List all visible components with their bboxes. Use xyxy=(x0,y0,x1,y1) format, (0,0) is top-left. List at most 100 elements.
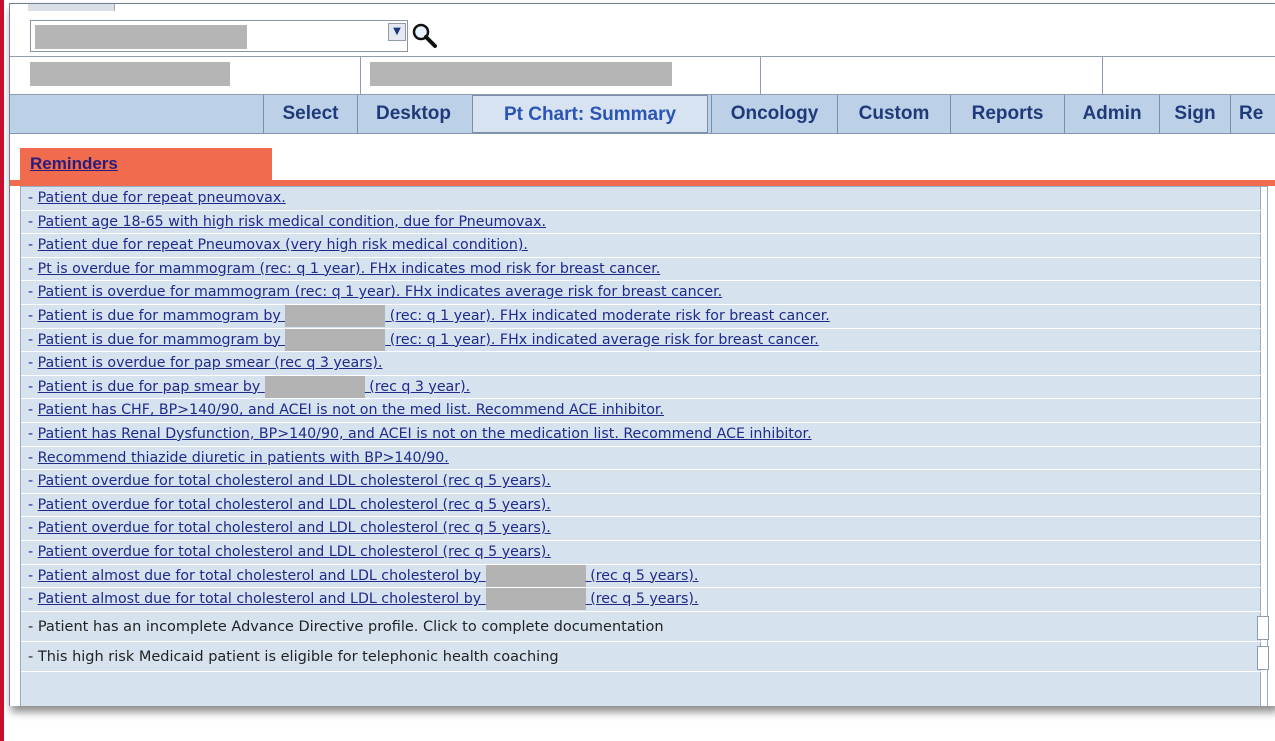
action-box[interactable] xyxy=(1257,645,1269,670)
reminder-link[interactable]: Patient overdue for total cholesterol an… xyxy=(38,497,551,513)
patient-demographics-row xyxy=(10,56,1275,95)
reminder-text-end: (rec q 5 years). xyxy=(590,591,699,608)
nav-re[interactable]: Re xyxy=(1230,95,1275,133)
bullet-dash: - xyxy=(28,284,38,301)
reminder-link[interactable]: Recommend thiazide diuretic in patients … xyxy=(38,450,449,466)
main-nav: Select Desktop Pt Chart: Summary Oncolog… xyxy=(10,95,1275,134)
reminder-item[interactable]: - Patient is overdue for pap smear (rec … xyxy=(21,352,1267,376)
column-divider xyxy=(760,56,761,94)
reminder-item-medicaid-coaching[interactable]: - This high risk Medicaid patient is eli… xyxy=(21,642,1269,672)
nav-oncology[interactable]: Oncology xyxy=(711,95,837,133)
reminder-item[interactable]: - Patient is overdue for mammogram (rec:… xyxy=(21,281,1267,305)
reminder-text-end: (rec q 3 year). xyxy=(369,378,471,395)
reminder-item[interactable]: - Patient due for repeat pneumovax. xyxy=(21,187,1267,211)
reminder-item[interactable]: - Patient overdue for total cholesterol … xyxy=(21,517,1267,541)
reminder-item[interactable]: - Patient overdue for total cholesterol … xyxy=(21,494,1267,518)
bullet-dash: - xyxy=(28,331,38,348)
bullet-dash: - xyxy=(28,520,38,537)
nav-sign[interactable]: Sign xyxy=(1159,95,1230,133)
bullet-dash: - xyxy=(28,213,38,230)
reminder-text-start: Patient almost due for total cholesterol… xyxy=(37,567,482,584)
reminder-link[interactable]: Patient is due for pap smear by (rec q 3… xyxy=(37,375,471,398)
reminder-link[interactable]: Patient has CHF, BP>140/90, and ACEI is … xyxy=(38,402,664,418)
tab-row: Reminders xyxy=(10,134,1275,180)
left-accent-bar xyxy=(0,0,4,741)
reminder-text-end: (rec q 5 years). xyxy=(590,567,699,584)
patient-select[interactable]: ▼ xyxy=(30,20,408,52)
tab-reminders[interactable]: Reminders xyxy=(20,148,272,180)
reminder-text-start: Patient is due for mammogram by xyxy=(37,331,281,348)
bullet-dash: - xyxy=(28,449,38,466)
nav-desktop[interactable]: Desktop xyxy=(357,95,469,133)
bullet-dash: - xyxy=(28,496,38,513)
reminder-item[interactable]: - Patient almost due for total cholester… xyxy=(21,588,1267,612)
redacted-patient-name xyxy=(35,25,247,49)
action-box[interactable] xyxy=(1257,615,1269,640)
reminder-item[interactable]: - Pt is overdue for mammogram (rec: q 1 … xyxy=(21,258,1267,282)
reminder-link[interactable]: Patient is due for mammogram by (rec: q … xyxy=(37,304,830,327)
reminder-item[interactable]: - Patient is due for mammogram by (rec: … xyxy=(21,328,1267,353)
reminder-item[interactable]: - Patient has Renal Dysfunction, BP>140/… xyxy=(21,423,1267,447)
nav-custom[interactable]: Custom xyxy=(837,95,950,133)
chevron-down-icon[interactable]: ▼ xyxy=(388,23,406,41)
reminder-link[interactable]: Patient is overdue for mammogram (rec: q… xyxy=(38,284,723,300)
bullet-dash: - xyxy=(28,618,38,635)
reminder-link[interactable]: Patient due for repeat pneumovax. xyxy=(38,190,286,206)
column-divider xyxy=(360,56,361,94)
reminder-item[interactable]: - Patient due for repeat Pneumovax (very… xyxy=(21,234,1267,258)
redacted-date xyxy=(285,328,386,351)
window-top-tab xyxy=(28,4,115,11)
nav-reports[interactable]: Reports xyxy=(950,95,1064,133)
redacted-date xyxy=(264,375,365,398)
reminder-item[interactable]: - Patient is due for mammogram by (rec: … xyxy=(21,304,1267,329)
reminder-link[interactable]: Patient age 18-65 with high risk medical… xyxy=(38,214,546,230)
reminder-item-advance-directive[interactable]: - Patient has an incomplete Advance Dire… xyxy=(21,612,1269,642)
reminder-text[interactable]: This high risk Medicaid patient is eligi… xyxy=(38,649,559,665)
reminder-item[interactable]: - Recommend thiazide diuretic in patient… xyxy=(21,447,1267,471)
bullet-dash: - xyxy=(28,355,38,372)
reminder-link[interactable]: Patient has Renal Dysfunction, BP>140/90… xyxy=(38,426,812,442)
reminder-link[interactable]: Patient almost due for total cholesterol… xyxy=(37,564,699,587)
reminder-item[interactable]: - Patient age 18-65 with high risk medic… xyxy=(21,211,1267,235)
redacted-field xyxy=(370,62,672,86)
reminder-item[interactable]: - Patient overdue for total cholesterol … xyxy=(21,470,1267,494)
reminder-text-start: Patient is due for mammogram by xyxy=(37,307,281,324)
reminder-link[interactable]: Patient is due for mammogram by (rec: q … xyxy=(37,328,819,351)
reminder-text-start: Patient almost due for total cholesterol… xyxy=(37,591,482,608)
bullet-dash: - xyxy=(28,260,38,277)
bullet-dash: - xyxy=(28,378,38,395)
redacted-date xyxy=(485,588,586,611)
redacted-date xyxy=(285,304,386,327)
reminder-text[interactable]: Patient has an incomplete Advance Direct… xyxy=(38,619,664,635)
magnifier-icon[interactable] xyxy=(410,22,438,50)
reminder-item[interactable]: - Patient is due for pap smear by (rec q… xyxy=(21,375,1267,400)
bullet-dash: - xyxy=(28,591,38,608)
reminder-link[interactable]: Pt is overdue for mammogram (rec: q 1 ye… xyxy=(38,261,661,277)
reminders-list: - Patient due for repeat pneumovax. - Pa… xyxy=(20,186,1269,706)
redacted-date xyxy=(485,564,586,587)
bullet-dash: - xyxy=(28,567,38,584)
column-divider xyxy=(1102,56,1103,94)
reminder-link[interactable]: Patient overdue for total cholesterol an… xyxy=(38,473,551,489)
redacted-field xyxy=(30,62,230,86)
reminder-text-start: Patient is due for pap smear by xyxy=(37,378,261,395)
reminder-text-end: (rec: q 1 year). FHx indicated moderate … xyxy=(389,307,830,324)
reminder-link[interactable]: Patient almost due for total cholesterol… xyxy=(37,588,699,611)
bullet-dash: - xyxy=(28,402,38,419)
reminder-item[interactable]: - Patient overdue for total cholesterol … xyxy=(21,541,1267,565)
bullet-dash: - xyxy=(28,190,38,206)
reminder-link[interactable]: Patient is overdue for pap smear (rec q … xyxy=(38,355,383,371)
patient-select-row: ▼ xyxy=(10,14,1275,57)
reminder-link[interactable]: Patient overdue for total cholesterol an… xyxy=(38,544,551,560)
nav-pt-chart-summary[interactable]: Pt Chart: Summary xyxy=(472,95,708,133)
bullet-dash: - xyxy=(28,425,38,442)
nav-select[interactable]: Select xyxy=(263,95,357,133)
reminder-text-end: (rec: q 1 year). FHx indicated average r… xyxy=(389,331,819,348)
bullet-dash: - xyxy=(28,543,38,560)
nav-admin[interactable]: Admin xyxy=(1064,95,1159,133)
bullet-dash: - xyxy=(28,473,38,490)
reminder-link[interactable]: Patient due for repeat Pneumovax (very h… xyxy=(38,237,528,253)
reminder-item[interactable]: - Patient almost due for total cholester… xyxy=(21,564,1267,589)
reminder-item[interactable]: - Patient has CHF, BP>140/90, and ACEI i… xyxy=(21,399,1267,423)
reminder-link[interactable]: Patient overdue for total cholesterol an… xyxy=(38,520,551,536)
